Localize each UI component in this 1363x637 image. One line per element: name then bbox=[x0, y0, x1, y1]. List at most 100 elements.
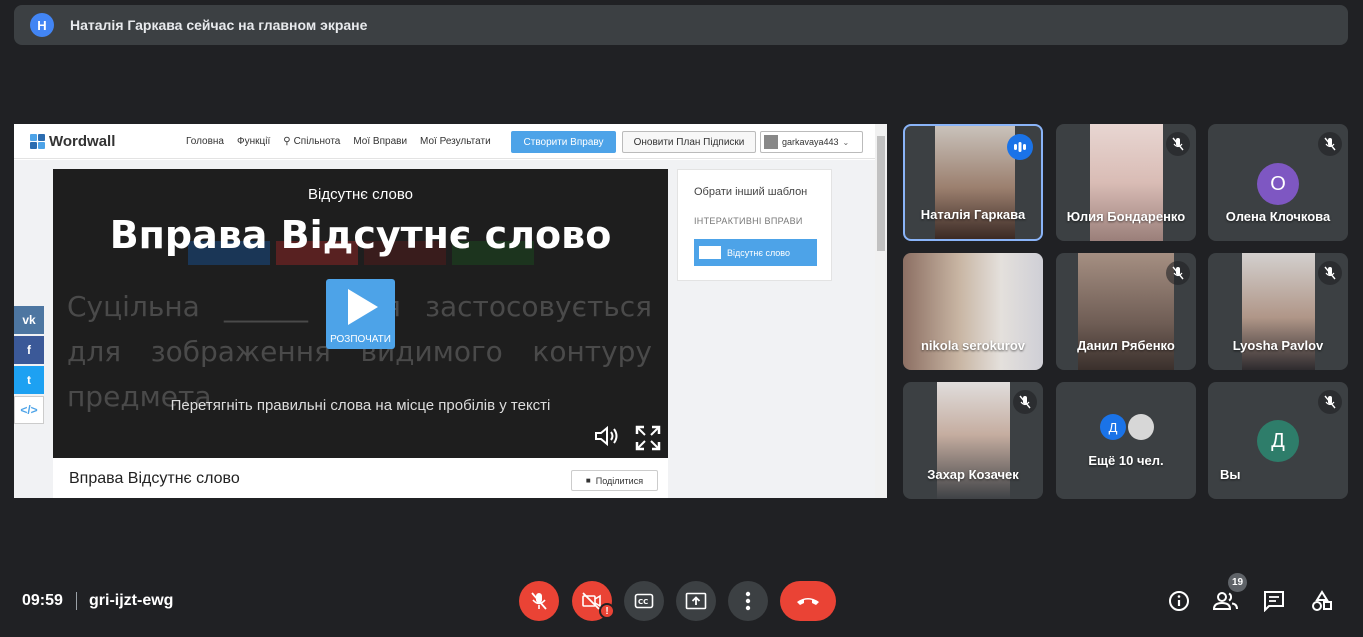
warning-icon: ! bbox=[599, 603, 615, 619]
participant-video bbox=[935, 126, 1015, 239]
chevron-down-icon: ⌄ bbox=[842, 137, 850, 147]
nav-my-results[interactable]: Мої Результати bbox=[420, 136, 491, 147]
activity-instruction: Перетягніть правильні слова на місце про… bbox=[170, 397, 551, 414]
more-participants-tile[interactable]: Д Ещё 10 чел. bbox=[1056, 382, 1196, 499]
more-vert-icon bbox=[745, 591, 751, 611]
mic-off-icon bbox=[1318, 261, 1342, 285]
search-icon: ⚲ bbox=[283, 136, 291, 147]
chat-button[interactable] bbox=[1260, 587, 1288, 615]
participant-tile[interactable]: Данил Рябенко bbox=[1056, 253, 1196, 370]
svg-text:CC: CC bbox=[638, 598, 648, 606]
wordwall-logo-icon bbox=[30, 134, 45, 149]
facebook-share-icon[interactable]: f bbox=[14, 336, 44, 364]
participant-name: Lyosha Pavlov bbox=[1232, 338, 1324, 353]
self-avatar: Д bbox=[1257, 420, 1299, 462]
embed-icon[interactable]: </> bbox=[14, 396, 44, 424]
activity-player[interactable]: Суцільна ______ лінія застосовується для… bbox=[53, 169, 668, 458]
wordwall-navbar: Wordwall Головна Функції ⚲ Спільнота Мої … bbox=[14, 124, 887, 159]
camera-toggle-button[interactable]: ! bbox=[572, 581, 615, 621]
mic-off-icon bbox=[1318, 132, 1342, 156]
nav-home[interactable]: Головна bbox=[186, 136, 224, 147]
participant-tile[interactable]: Lyosha Pavlov bbox=[1208, 253, 1348, 370]
mic-off-icon bbox=[1166, 261, 1190, 285]
activity-type-label: Відсутнє слово bbox=[308, 186, 413, 203]
vk-share-icon[interactable]: vk bbox=[14, 306, 44, 334]
social-share-bar: vk f t </> bbox=[14, 306, 44, 426]
participant-tile[interactable]: nikola serokurov bbox=[903, 253, 1043, 370]
twitter-share-icon[interactable]: t bbox=[14, 366, 44, 394]
mic-off-icon bbox=[1318, 390, 1342, 414]
people-icon bbox=[1213, 592, 1238, 610]
participant-name: Наталія Гаркава bbox=[920, 207, 1026, 222]
mic-off-icon bbox=[531, 592, 547, 610]
wordwall-nav-links: Головна Функції ⚲ Спільнота Мої Вправи Мо… bbox=[186, 124, 504, 159]
participant-name: Захар Козачек bbox=[927, 467, 1019, 482]
presenter-avatar: Н bbox=[30, 13, 54, 37]
microphone-toggle-button[interactable] bbox=[519, 581, 559, 621]
leave-call-button[interactable] bbox=[780, 581, 836, 621]
participant-tile[interactable]: Юлия Бондаренко bbox=[1056, 124, 1196, 241]
meeting-code: gri-ijzt-ewg bbox=[89, 592, 174, 609]
mic-off-icon bbox=[1013, 390, 1037, 414]
create-activity-button[interactable]: Створити Вправу bbox=[511, 131, 616, 153]
participant-name: Юлия Бондаренко bbox=[1066, 209, 1186, 224]
participant-name: Данил Рябенко bbox=[1077, 338, 1175, 353]
speaking-indicator-icon bbox=[1007, 134, 1033, 160]
wordwall-logo[interactable]: Wordwall bbox=[30, 133, 115, 150]
participant-avatar: Д bbox=[1100, 414, 1126, 440]
participant-name: nikola serokurov bbox=[920, 338, 1026, 353]
more-options-button[interactable] bbox=[728, 581, 768, 621]
upgrade-plan-button[interactable]: Оновити План Підписки bbox=[622, 131, 756, 153]
scrollbar-thumb[interactable] bbox=[877, 136, 885, 251]
more-participants-label: Ещё 10 чел. bbox=[1088, 453, 1164, 468]
choose-template-link[interactable]: Обрати інший шаблон bbox=[694, 186, 807, 198]
fullscreen-icon[interactable] bbox=[635, 425, 661, 451]
divider bbox=[76, 592, 77, 610]
participants-count-badge: 19 bbox=[1228, 573, 1247, 592]
template-panel: Обрати інший шаблон ІНТЕРАКТИВНІ ВПРАВИ … bbox=[677, 169, 832, 281]
share-button[interactable]: ■ Поділитися bbox=[571, 470, 658, 491]
activities-icon bbox=[1312, 590, 1332, 611]
start-label: РОЗПОЧАТИ bbox=[330, 334, 391, 345]
shared-screen: Wordwall Головна Функції ⚲ Спільнота Мої … bbox=[14, 124, 887, 498]
participant-name: Олена Клочкова bbox=[1225, 209, 1331, 224]
user-menu[interactable]: garkavaya443 ⌄ bbox=[760, 131, 863, 153]
nav-features[interactable]: Функції bbox=[237, 136, 270, 147]
participant-tile[interactable]: Наталія Гаркава bbox=[903, 124, 1043, 241]
captions-button[interactable]: CC bbox=[624, 581, 664, 621]
caption-title: Вправа Відсутнє слово bbox=[69, 470, 240, 487]
wordwall-content: vk f t </> Суцільна ______ лінія застосо… bbox=[14, 160, 887, 498]
nav-my-activities[interactable]: Мої Вправи bbox=[353, 136, 407, 147]
participant-tile[interactable]: О Олена Клочкова bbox=[1208, 124, 1348, 241]
clock: 09:59 bbox=[22, 592, 63, 609]
start-button[interactable]: РОЗПОЧАТИ bbox=[326, 279, 395, 349]
participant-avatar bbox=[1128, 414, 1154, 440]
captions-icon: CC bbox=[634, 593, 654, 609]
username: garkavaya443 bbox=[782, 137, 839, 147]
presenting-banner: Н Наталія Гаркава сейчас на главном экра… bbox=[14, 5, 1348, 45]
chat-icon bbox=[1264, 591, 1284, 612]
template-section-label: ІНТЕРАКТИВНІ ВПРАВИ bbox=[694, 216, 803, 226]
mic-off-icon bbox=[1166, 132, 1190, 156]
activity-caption: Вправа Відсутнє слово ■ Поділитися bbox=[53, 458, 668, 498]
volume-icon[interactable] bbox=[594, 425, 620, 447]
hang-up-icon bbox=[797, 598, 819, 605]
nav-community[interactable]: ⚲ Спільнота bbox=[283, 136, 340, 147]
present-screen-icon bbox=[685, 592, 707, 610]
play-icon bbox=[348, 289, 378, 325]
participant-avatar: О bbox=[1257, 163, 1299, 205]
activities-button[interactable] bbox=[1308, 587, 1336, 615]
presenting-text: Наталія Гаркава сейчас на главном экране bbox=[70, 17, 368, 33]
meeting-info-button[interactable] bbox=[1165, 587, 1193, 615]
template-thumbnail-icon bbox=[699, 246, 721, 259]
self-tile[interactable]: Д Вы bbox=[1208, 382, 1348, 499]
info-icon bbox=[1169, 591, 1189, 611]
template-option-missing-word[interactable]: Відсутнє слово bbox=[694, 239, 817, 266]
user-avatar bbox=[764, 135, 778, 149]
participant-name: Вы bbox=[1220, 467, 1241, 482]
lock-icon: ■ bbox=[585, 476, 591, 485]
activity-title: Вправа Відсутнє слово bbox=[109, 213, 612, 257]
participant-tile[interactable]: Захар Козачек bbox=[903, 382, 1043, 499]
page-scrollbar[interactable] bbox=[875, 124, 887, 498]
present-screen-button[interactable] bbox=[676, 581, 716, 621]
